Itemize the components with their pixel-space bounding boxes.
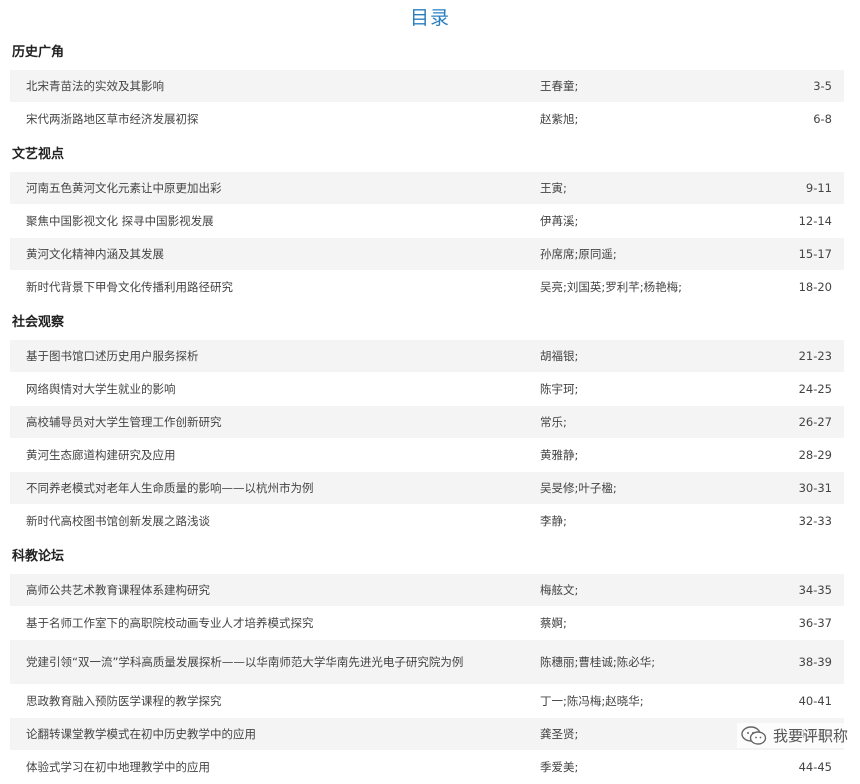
- article-author: 梅舷文;: [540, 583, 579, 597]
- article-pages: 18-20: [798, 280, 832, 294]
- article-author: 伊苒溪;: [540, 214, 579, 228]
- article-title[interactable]: 北宋青苗法的实效及其影响: [10, 77, 526, 95]
- article-author: 陈宇珂;: [540, 382, 579, 396]
- article-author: 吴旻修;叶子楹;: [540, 481, 617, 495]
- article-title[interactable]: 高师公共艺术教育课程体系建构研究: [10, 581, 526, 599]
- article-pages: 3-5: [813, 79, 832, 93]
- toc-row[interactable]: 北宋青苗法的实效及其影响 王春童; 3-5: [10, 70, 844, 103]
- article-title[interactable]: 党建引领“双一流”学科高质量发展探析——以华南师范大学华南先进光电子研究院为例: [10, 653, 526, 671]
- toc-row[interactable]: 河南五色黄河文化元素让中原更加出彩 王寅; 9-11: [10, 172, 844, 205]
- article-author: 龚圣贤;: [540, 727, 579, 741]
- toc-row[interactable]: 网络舆情对大学生就业的影响 陈宇珂; 24-25: [10, 373, 844, 406]
- article-author: 陈穗丽;曹桂诚;陈必华;: [540, 655, 656, 669]
- article-title[interactable]: 黄河生态廊道构建研究及应用: [10, 446, 526, 464]
- article-author: 胡福银;: [540, 349, 579, 363]
- article-pages: 30-31: [798, 481, 832, 495]
- article-author: 王春童;: [540, 79, 579, 93]
- toc-row[interactable]: 新时代高校图书馆创新发展之路浅谈 李静; 32-33: [10, 505, 844, 538]
- article-author: 李静;: [540, 514, 567, 528]
- page-title: 目录: [409, 7, 450, 29]
- article-author: 孙席席;原同遥;: [540, 247, 617, 261]
- wechat-icon: [741, 725, 767, 745]
- article-title[interactable]: 思政教育融入预防医学课程的教学探究: [10, 692, 526, 710]
- article-author: 蔡婀;: [540, 616, 567, 630]
- article-title[interactable]: 基于名师工作室下的高职院校动画专业人才培养模式探究: [10, 614, 526, 632]
- wechat-watermark: 我要评职称: [736, 723, 852, 748]
- article-title[interactable]: 不同养老模式对老年人生命质量的影响——以杭州市为例: [10, 479, 526, 497]
- article-title[interactable]: 宋代两浙路地区草市经济发展初探: [10, 110, 526, 128]
- article-pages: 40-41: [798, 694, 832, 708]
- section-list: 河南五色黄河文化元素让中原更加出彩 王寅; 9-11 聚焦中国影视文化 探寻中国…: [10, 172, 844, 304]
- section-heading: 科教论坛: [12, 549, 65, 564]
- section-heading: 历史广角: [12, 45, 65, 60]
- toc-row[interactable]: 党建引领“双一流”学科高质量发展探析——以华南师范大学华南先进光电子研究院为例 …: [10, 640, 844, 685]
- toc-row[interactable]: 论翻转课堂教学模式在初中历史教学中的应用 龚圣贤; 42-43: [10, 718, 844, 751]
- section-heading: 文艺视点: [12, 147, 65, 162]
- article-title[interactable]: 论翻转课堂教学模式在初中历史教学中的应用: [10, 725, 526, 743]
- article-author: 季爱美;: [540, 760, 579, 774]
- section-list: 北宋青苗法的实效及其影响 王春童; 3-5 宋代两浙路地区草市经济发展初探 赵紫…: [10, 70, 844, 136]
- article-title[interactable]: 基于图书馆口述历史用户服务探析: [10, 347, 526, 365]
- article-pages: 26-27: [798, 415, 832, 429]
- article-author: 黄雅静;: [540, 448, 579, 462]
- article-pages: 15-17: [798, 247, 832, 261]
- article-title[interactable]: 高校辅导员对大学生管理工作创新研究: [10, 413, 526, 431]
- article-author: 吴亮;刘国英;罗利芊;杨艳梅;: [540, 280, 682, 294]
- toc-row[interactable]: 黄河生态廊道构建研究及应用 黄雅静; 28-29: [10, 439, 844, 472]
- article-pages: 28-29: [798, 448, 832, 462]
- article-pages: 34-35: [798, 583, 832, 597]
- toc-row[interactable]: 宋代两浙路地区草市经济发展初探 赵紫旭; 6-8: [10, 103, 844, 136]
- toc-row[interactable]: 聚焦中国影视文化 探寻中国影视发展 伊苒溪; 12-14: [10, 205, 844, 238]
- toc-row[interactable]: 基于图书馆口述历史用户服务探析 胡福银; 21-23: [10, 340, 844, 373]
- article-pages: 24-25: [798, 382, 832, 396]
- article-author: 赵紫旭;: [540, 112, 579, 126]
- toc-row[interactable]: 基于名师工作室下的高职院校动画专业人才培养模式探究 蔡婀; 36-37: [10, 607, 844, 640]
- article-pages: 38-39: [798, 655, 832, 669]
- article-title[interactable]: 聚焦中国影视文化 探寻中国影视发展: [10, 212, 526, 230]
- article-author: 常乐;: [540, 415, 567, 429]
- toc-row[interactable]: 体验式学习在初中地理教学中的应用 季爱美; 44-45: [10, 751, 844, 784]
- toc-row[interactable]: 黄河文化精神内涵及其发展 孙席席;原同遥; 15-17: [10, 238, 844, 271]
- article-title[interactable]: 网络舆情对大学生就业的影响: [10, 380, 526, 398]
- section-list: 基于图书馆口述历史用户服务探析 胡福银; 21-23 网络舆情对大学生就业的影响…: [10, 340, 844, 538]
- toc-row[interactable]: 思政教育融入预防医学课程的教学探究 丁一;陈冯梅;赵晓华; 40-41: [10, 685, 844, 718]
- article-title[interactable]: 黄河文化精神内涵及其发展: [10, 245, 526, 263]
- table-of-contents: 历史广角 北宋青苗法的实效及其影响 王春童; 3-5 宋代两浙路地区草市经济发展…: [10, 34, 844, 784]
- article-title[interactable]: 体验式学习在初中地理教学中的应用: [10, 758, 526, 776]
- article-title[interactable]: 新时代背景下甲骨文化传播利用路径研究: [10, 278, 526, 296]
- article-author: 丁一;陈冯梅;赵晓华;: [540, 694, 644, 708]
- section-heading: 社会观察: [12, 315, 65, 330]
- toc-row[interactable]: 不同养老模式对老年人生命质量的影响——以杭州市为例 吴旻修;叶子楹; 30-31: [10, 472, 844, 505]
- article-pages: 32-33: [798, 514, 832, 528]
- article-title[interactable]: 河南五色黄河文化元素让中原更加出彩: [10, 179, 526, 197]
- article-pages: 21-23: [798, 349, 832, 363]
- article-pages: 9-11: [805, 181, 832, 195]
- toc-row[interactable]: 新时代背景下甲骨文化传播利用路径研究 吴亮;刘国英;罗利芊;杨艳梅; 18-20: [10, 271, 844, 304]
- article-title[interactable]: 新时代高校图书馆创新发展之路浅谈: [10, 512, 526, 530]
- article-pages: 44-45: [798, 760, 832, 774]
- article-author: 王寅;: [540, 181, 567, 195]
- article-pages: 36-37: [798, 616, 832, 630]
- article-pages: 12-14: [798, 214, 832, 228]
- toc-row[interactable]: 高师公共艺术教育课程体系建构研究 梅舷文; 34-35: [10, 574, 844, 607]
- toc-row[interactable]: 高校辅导员对大学生管理工作创新研究 常乐; 26-27: [10, 406, 844, 439]
- section-list: 高师公共艺术教育课程体系建构研究 梅舷文; 34-35 基于名师工作室下的高职院…: [10, 574, 844, 784]
- article-pages: 6-8: [813, 112, 832, 126]
- watermark-text: 我要评职称: [772, 727, 848, 745]
